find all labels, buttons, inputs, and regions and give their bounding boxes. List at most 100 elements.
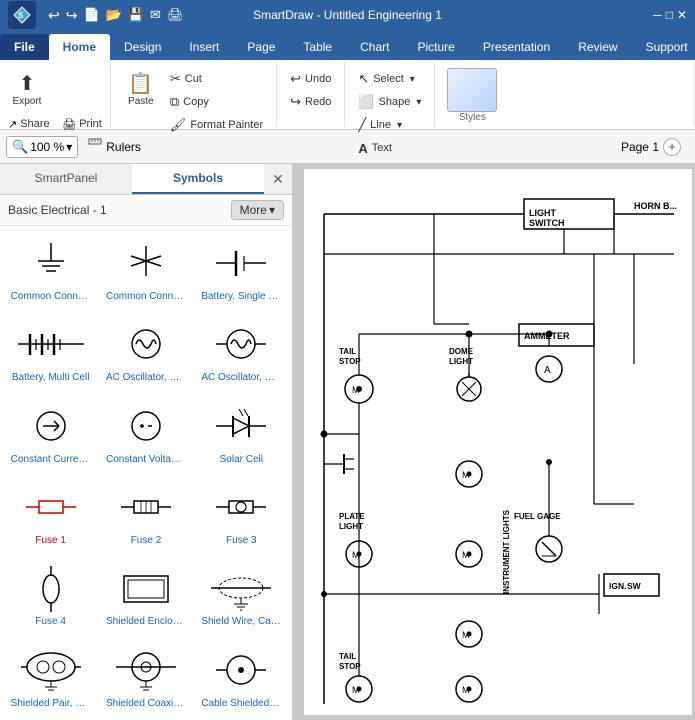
symbol-shield-wire[interactable]: Shield Wire, Cable <box>195 555 288 634</box>
symbol-fuse-3[interactable]: Fuse 3 <box>195 474 288 553</box>
tab-review[interactable]: Review <box>564 34 631 60</box>
zoom-dropdown-icon: ▾ <box>66 140 72 154</box>
title-text: SmartDraw - Untitled Engineering 1 <box>253 8 442 22</box>
zoom-box[interactable]: 🔍 100 % ▾ <box>6 136 78 158</box>
shape-icon: ⬜ <box>358 94 374 110</box>
line-dropdown-icon: ▾ <box>397 120 402 131</box>
canvas-area[interactable]: LIGHT SWITCH HORN B... TAIL STOP M DOME … <box>293 164 695 720</box>
rulers-button[interactable]: Rulers <box>82 135 147 158</box>
tab-table[interactable]: Table <box>289 34 346 60</box>
svg-text:TAIL: TAIL <box>339 652 356 661</box>
shape-button[interactable]: ⬜ Shape ▾ <box>353 91 426 113</box>
svg-text:A: A <box>544 365 551 376</box>
cut-button[interactable]: ✂ Cut <box>165 68 268 90</box>
print-icon: 🖨 <box>62 118 76 131</box>
svg-text:FUEL GAGE: FUEL GAGE <box>514 512 561 521</box>
symbol-shielded-enclosure[interactable]: Shielded Enclosure <box>99 555 192 634</box>
toolbar-email-icon[interactable]: ✉ <box>150 7 161 23</box>
symbol-shielded-coaxial[interactable]: Shielded Coaxial... <box>99 637 192 716</box>
select-group: ↖ Select ▾ ⬜ Shape ▾ ╱ Line ▾ A Text <box>345 62 435 127</box>
svg-text:STOP: STOP <box>339 357 361 366</box>
svg-text:SW: SW <box>627 581 642 591</box>
select-button[interactable]: ↖ Select ▾ <box>353 68 420 90</box>
symbol-constant-voltage[interactable]: Constant Voltage,... <box>99 393 192 472</box>
print-label[interactable]: Print <box>79 118 102 130</box>
toolbar-print-icon[interactable]: 🖨 <box>167 7 184 23</box>
symbol-shielded-pair[interactable]: Shielded Pair, Cable <box>4 637 97 716</box>
svg-text:INSTRUMENT LIGHTS: INSTRUMENT LIGHTS <box>502 509 511 594</box>
select-dropdown-icon: ▾ <box>410 74 415 85</box>
redo-icon: ↪ <box>290 94 301 110</box>
rulers-icon <box>88 138 102 155</box>
toolbar-open-icon[interactable]: 📂 <box>106 7 122 23</box>
toolbar-strip: 🔍 100 % ▾ Rulers Page 1 + <box>0 130 695 164</box>
toolbar-save-icon[interactable]: 💾 <box>128 7 144 23</box>
copy-button[interactable]: ⧉ Copy <box>165 91 268 113</box>
category-bar: Basic Electrical - 1 More ▾ <box>0 195 292 226</box>
toolbar-redo-icon[interactable]: ↪ <box>66 7 78 24</box>
close-btn[interactable]: ✕ <box>677 8 687 22</box>
redo-button[interactable]: ↪ Redo <box>285 91 336 113</box>
diagram-canvas: LIGHT SWITCH HORN B... TAIL STOP M DOME … <box>293 164 695 720</box>
tab-insert[interactable]: Insert <box>175 34 233 60</box>
svg-text:HORN B...: HORN B... <box>634 201 677 211</box>
symbols-grid: Common Connec... Common Connec... <box>0 226 292 720</box>
share-label[interactable]: Share <box>20 118 49 130</box>
symbol-ac-oscillator-1[interactable]: AC Oscillator, Sou... <box>99 311 192 390</box>
tab-design[interactable]: Design <box>110 34 175 60</box>
symbol-battery-multi[interactable]: Battery, Multi Cell <box>4 311 97 390</box>
tab-page[interactable]: Page <box>233 34 289 60</box>
line-button[interactable]: ╱ Line ▾ <box>353 114 407 136</box>
svg-text:DOME: DOME <box>449 347 474 356</box>
symbol-cable-shielded[interactable]: Cable Shielded at... <box>195 637 288 716</box>
tab-home[interactable]: Home <box>49 34 110 60</box>
zoom-value: 100 % <box>30 140 64 154</box>
toolbar-new-icon[interactable]: 📄 <box>83 7 99 23</box>
symbol-fuse-4[interactable]: Fuse 4 <box>4 555 97 634</box>
more-dropdown-icon: ▾ <box>269 203 275 217</box>
svg-text:STOP: STOP <box>339 662 361 671</box>
export-button[interactable]: ⬆ Export <box>8 64 46 116</box>
format-painter-button[interactable]: 🖌 Format Painter <box>165 114 268 136</box>
symbol-battery-single[interactable]: Battery, Single Cell <box>195 230 288 309</box>
smartpanel-tab[interactable]: SmartPanel <box>0 164 132 194</box>
symbol-ac-oscillator-2[interactable]: AC Oscillator, Sou... <box>195 311 288 390</box>
undo-button[interactable]: ↩ Undo <box>285 68 336 90</box>
symbol-fuse-2[interactable]: Fuse 2 <box>99 474 192 553</box>
panel-close-button[interactable]: ✕ <box>264 164 292 194</box>
svg-text:S: S <box>18 11 24 20</box>
minimize-btn[interactable]: ─ <box>653 8 662 22</box>
shape-dropdown-icon: ▾ <box>416 97 421 108</box>
symbol-common-connector-1[interactable]: Common Connec... <box>4 230 97 309</box>
ribbon-toolbar: ⬆ Export ↗ Share 🖨 Print 📋 Paste ✂ Cut <box>0 60 695 130</box>
more-button[interactable]: More ▾ <box>231 200 284 220</box>
symbol-solar-cell[interactable]: Solar Cell <box>195 393 288 472</box>
paste-button[interactable]: 📋 Paste <box>119 64 163 116</box>
svg-text:PLATE: PLATE <box>339 512 365 521</box>
symbol-fuse-1[interactable]: Fuse 1 <box>4 474 97 553</box>
svg-text:TAIL: TAIL <box>339 347 356 356</box>
styles-group: Styles <box>435 62 695 127</box>
maximize-btn[interactable]: □ <box>666 8 673 22</box>
symbol-common-connector-2[interactable]: Common Connec... <box>99 230 192 309</box>
add-page-button[interactable]: + <box>663 138 681 156</box>
tab-picture[interactable]: Picture <box>403 34 468 60</box>
rulers-label: Rulers <box>106 140 141 154</box>
symbol-constant-current[interactable]: Constant Current... <box>4 393 97 472</box>
tab-file[interactable]: File <box>0 34 49 60</box>
tab-support[interactable]: Support <box>632 34 695 60</box>
export-icon: ⬆ <box>19 74 36 94</box>
ribbon-tabs: File Home Design Insert Page Table Chart… <box>0 30 695 60</box>
tab-presentation[interactable]: Presentation <box>469 34 564 60</box>
symbols-tab[interactable]: Symbols <box>132 164 264 194</box>
copy-icon: ⧉ <box>170 94 179 110</box>
undo-group: ↩ Undo ↪ Redo <box>277 62 345 127</box>
svg-text:LIGHT: LIGHT <box>529 208 556 218</box>
undo-icon: ↩ <box>290 71 301 87</box>
page-indicator: Page 1 + <box>621 138 689 156</box>
search-icon: 🔍 <box>12 139 28 155</box>
text-button[interactable]: A Text <box>353 137 397 159</box>
toolbar-undo-icon[interactable]: ↩ <box>48 7 60 24</box>
page-label: Page 1 <box>621 140 659 154</box>
tab-chart[interactable]: Chart <box>346 34 403 60</box>
